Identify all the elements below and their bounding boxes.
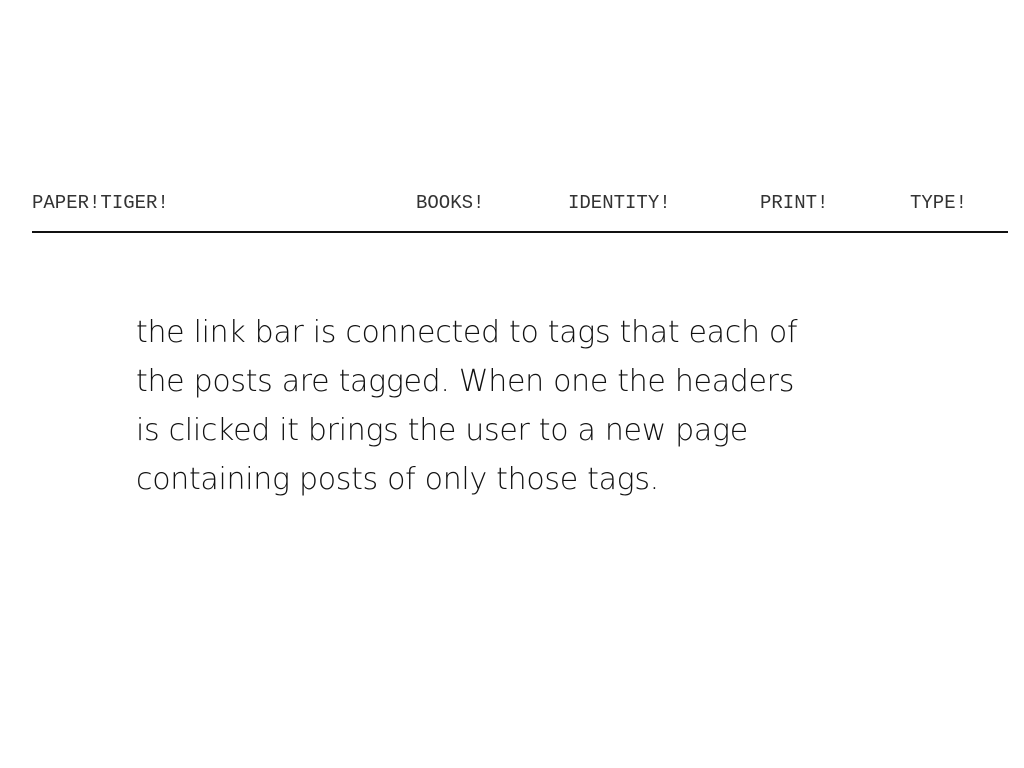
link-bar: PAPER!TIGER! BOOKS! IDENTITY! PRINT! TYP… (32, 190, 1008, 216)
description-line: the posts are tagged. When one the heade… (136, 364, 795, 399)
description-line: the link bar is connected to tags that e… (136, 315, 798, 350)
nav-link-print[interactable]: PRINT! (760, 190, 828, 216)
header-divider (32, 231, 1008, 233)
brand-logo-link[interactable]: PAPER!TIGER! (32, 190, 169, 216)
description-line: is clicked it brings the user to a new p… (136, 413, 748, 448)
nav-link-type[interactable]: TYPE! (910, 190, 967, 216)
nav-link-books[interactable]: BOOKS! (416, 190, 484, 216)
nav-link-identity[interactable]: IDENTITY! (568, 190, 671, 216)
description-text: the link bar is connected to tags that e… (136, 308, 896, 504)
description-line: containing posts of only those tags. (136, 462, 659, 497)
